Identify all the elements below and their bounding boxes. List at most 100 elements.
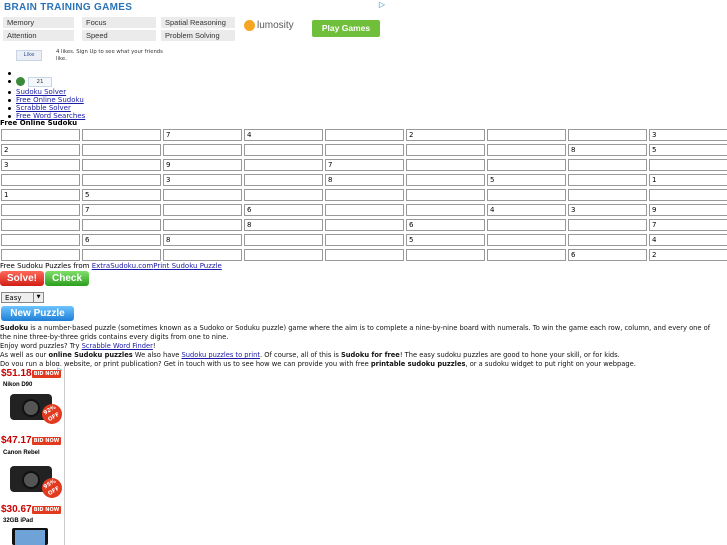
sudoku-cell[interactable] xyxy=(406,159,485,171)
sudoku-cell[interactable] xyxy=(163,219,242,231)
sudoku-cell[interactable] xyxy=(487,219,566,231)
nav-link-sudoku-solver[interactable]: Sudoku Solver xyxy=(16,88,66,96)
sudoku-cell[interactable]: 6 xyxy=(82,234,161,246)
ad-category-attention[interactable]: Attention xyxy=(3,30,74,41)
sudoku-cell[interactable] xyxy=(244,174,323,186)
sudoku-cell[interactable] xyxy=(1,234,80,246)
sudoku-cell[interactable]: 7 xyxy=(649,219,727,231)
sudoku-cell[interactable]: 8 xyxy=(244,219,323,231)
sudoku-cell[interactable] xyxy=(1,204,80,216)
sudoku-cell[interactable] xyxy=(325,204,404,216)
sudoku-cell[interactable]: 3 xyxy=(163,174,242,186)
sudoku-cell[interactable] xyxy=(244,234,323,246)
sudoku-cell[interactable] xyxy=(568,219,647,231)
sudoku-cell[interactable] xyxy=(406,249,485,261)
sudoku-cell[interactable] xyxy=(163,189,242,201)
sudoku-cell[interactable]: 4 xyxy=(649,234,727,246)
sudoku-cell[interactable] xyxy=(487,129,566,141)
ad-category-spatial[interactable]: Spatial Reasoning xyxy=(161,17,235,28)
sudoku-cell[interactable] xyxy=(82,174,161,186)
check-button[interactable]: Check xyxy=(45,271,89,286)
sudoku-cell[interactable] xyxy=(487,234,566,246)
sudoku-cell[interactable]: 3 xyxy=(649,129,727,141)
sudoku-cell[interactable] xyxy=(82,219,161,231)
ad-category-memory[interactable]: Memory xyxy=(3,17,74,28)
nav-link-free-online-sudoku[interactable]: Free Online Sudoku xyxy=(16,96,84,104)
sudoku-cell[interactable] xyxy=(649,159,727,171)
sudoku-cell[interactable] xyxy=(163,144,242,156)
sudoku-cell[interactable] xyxy=(1,174,80,186)
sudoku-cell[interactable]: 2 xyxy=(1,144,80,156)
sudoku-cell[interactable]: 1 xyxy=(649,174,727,186)
sudoku-cell[interactable] xyxy=(406,204,485,216)
sudoku-cell[interactable]: 8 xyxy=(568,144,647,156)
sudoku-cell[interactable] xyxy=(487,189,566,201)
sudoku-cell[interactable]: 1 xyxy=(1,189,80,201)
sudoku-cell[interactable] xyxy=(406,174,485,186)
bid-now-button[interactable]: BID NOW xyxy=(32,437,61,445)
sudoku-cell[interactable] xyxy=(82,159,161,171)
ad-category-focus[interactable]: Focus xyxy=(82,17,156,28)
sudoku-cell[interactable] xyxy=(163,204,242,216)
solve-button[interactable]: Solve! xyxy=(0,271,44,286)
sudoku-cell[interactable]: 7 xyxy=(163,129,242,141)
sudoku-cell[interactable] xyxy=(244,144,323,156)
sudoku-cell[interactable]: 8 xyxy=(163,234,242,246)
sudoku-cell[interactable] xyxy=(325,189,404,201)
sudoku-cell[interactable]: 5 xyxy=(487,174,566,186)
brain-training-ad[interactable]: BRAIN TRAINING GAMES ▷ Memory Focus Spat… xyxy=(0,0,387,47)
google-plus-widget[interactable]: 21 xyxy=(16,77,52,87)
ad-category-speed[interactable]: Speed xyxy=(82,30,156,41)
sudoku-cell[interactable]: 5 xyxy=(82,189,161,201)
adchoices-icon[interactable]: ▷ xyxy=(379,0,385,9)
sudoku-cell[interactable]: 3 xyxy=(568,204,647,216)
difficulty-select[interactable]: Easy ▼ xyxy=(1,292,44,303)
sudoku-print-link[interactable]: Sudoku puzzles to print xyxy=(182,351,261,359)
sudoku-cell[interactable]: 5 xyxy=(649,144,727,156)
sudoku-cell[interactable] xyxy=(82,144,161,156)
sudoku-cell[interactable]: 3 xyxy=(1,159,80,171)
sudoku-cell[interactable]: 2 xyxy=(649,249,727,261)
sudoku-cell[interactable] xyxy=(325,249,404,261)
sudoku-cell[interactable] xyxy=(568,189,647,201)
sudoku-cell[interactable] xyxy=(325,234,404,246)
sudoku-cell[interactable]: 4 xyxy=(487,204,566,216)
sudoku-cell[interactable] xyxy=(325,129,404,141)
sudoku-cell[interactable]: 2 xyxy=(406,129,485,141)
sudoku-cell[interactable]: 5 xyxy=(406,234,485,246)
sudoku-cell[interactable] xyxy=(406,144,485,156)
like-button[interactable]: Like xyxy=(16,50,42,61)
sudoku-cell[interactable] xyxy=(487,249,566,261)
nav-link-scrabble-solver[interactable]: Scrabble Solver xyxy=(16,104,71,112)
sudoku-cell[interactable]: 9 xyxy=(163,159,242,171)
sudoku-cell[interactable] xyxy=(568,129,647,141)
sudoku-cell[interactable] xyxy=(487,144,566,156)
sudoku-cell[interactable] xyxy=(244,159,323,171)
sudoku-cell[interactable] xyxy=(82,129,161,141)
sudoku-cell[interactable] xyxy=(568,159,647,171)
sudoku-cell[interactable] xyxy=(568,174,647,186)
scrabble-word-finder-link[interactable]: Scrabble Word Finder xyxy=(82,342,153,350)
sudoku-cell[interactable] xyxy=(325,219,404,231)
sudoku-cell[interactable] xyxy=(163,249,242,261)
sudoku-cell[interactable]: 6 xyxy=(406,219,485,231)
sudoku-cell[interactable] xyxy=(325,144,404,156)
play-games-button[interactable]: Play Games xyxy=(312,20,380,37)
sudoku-cell[interactable] xyxy=(82,249,161,261)
sudoku-cell[interactable] xyxy=(649,189,727,201)
sudoku-cell[interactable]: 8 xyxy=(325,174,404,186)
sudoku-cell[interactable] xyxy=(406,189,485,201)
auction-ad[interactable]: ▷ $51.18 BID NOW Nikon D90 92% OFF $47.1… xyxy=(0,366,66,545)
sudoku-cell[interactable] xyxy=(244,189,323,201)
bid-now-button[interactable]: BID NOW xyxy=(32,506,61,514)
sudoku-cell[interactable]: 7 xyxy=(325,159,404,171)
sudoku-cell[interactable] xyxy=(1,129,80,141)
print-sudoku-link[interactable]: Print Sudoku Puzzle xyxy=(153,262,222,270)
new-puzzle-button[interactable]: New Puzzle xyxy=(1,306,74,321)
sudoku-cell[interactable] xyxy=(1,249,80,261)
sudoku-cell[interactable] xyxy=(244,249,323,261)
sudoku-cell[interactable]: 6 xyxy=(244,204,323,216)
bid-now-button[interactable]: BID NOW xyxy=(32,370,61,378)
sudoku-cell[interactable]: 4 xyxy=(244,129,323,141)
ad-category-problem-solving[interactable]: Problem Solving xyxy=(161,30,235,41)
